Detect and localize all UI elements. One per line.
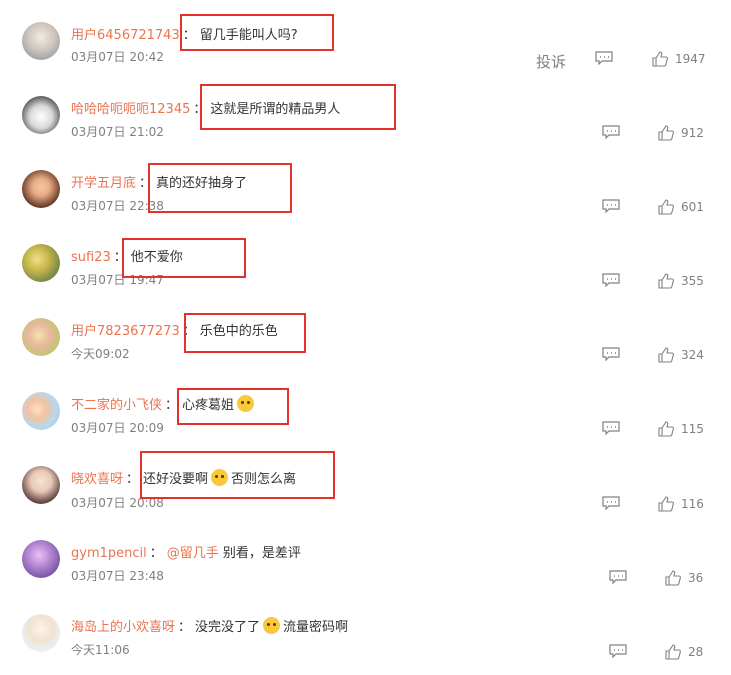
- avatar[interactable]: [22, 466, 60, 504]
- like-count: 324: [681, 348, 704, 362]
- reply-icon[interactable]: [602, 421, 620, 435]
- thumbs-up-icon: [658, 125, 674, 141]
- avatar[interactable]: [22, 244, 60, 282]
- comment-time: 03月07日 23:48: [71, 569, 164, 583]
- comment-time: 03月07日 20:42: [71, 50, 164, 64]
- mention-link[interactable]: @留几手: [167, 546, 219, 561]
- like-count: 355: [681, 274, 704, 288]
- like-count: 116: [681, 497, 704, 511]
- highlight-box: [180, 14, 334, 51]
- shrug-emoji-icon: [263, 617, 281, 634]
- highlight-box: [122, 238, 246, 278]
- comment-item: 用户6456721743：留几手能叫人吗? 03月07日 20:42 投诉 19…: [0, 0, 731, 74]
- avatar[interactable]: [22, 170, 60, 208]
- avatar[interactable]: [22, 392, 60, 430]
- highlight-box: [177, 388, 289, 425]
- thumbs-up-icon: [658, 199, 674, 215]
- reply-icon[interactable]: [609, 570, 627, 584]
- comment-time: 03月07日 21:02: [71, 125, 164, 139]
- thumbs-up-icon: [658, 273, 674, 289]
- comment-text: 没完没了了: [195, 620, 261, 635]
- reply-icon[interactable]: [602, 347, 620, 361]
- highlight-box: [148, 163, 292, 213]
- highlight-box: [140, 451, 335, 499]
- comment-text-continued: 流量密码啊: [283, 620, 349, 635]
- comment-time: 今天09:02: [71, 347, 130, 361]
- like-count: 36: [688, 571, 704, 585]
- colon: ：: [178, 620, 192, 635]
- reply-icon[interactable]: [602, 496, 620, 510]
- comment-time: 03月07日 20:09: [71, 421, 164, 435]
- comment-item: 用户7823677273：乐色中的乐色 今天09:02 324: [0, 296, 731, 370]
- username-link[interactable]: 海岛上的小欢喜呀: [71, 620, 175, 635]
- username-link[interactable]: 哈哈哈呃呃呃12345: [71, 102, 190, 117]
- username-link[interactable]: 用户6456721743: [71, 28, 180, 43]
- highlight-box: [200, 84, 396, 130]
- colon: ：: [126, 472, 140, 487]
- username-link[interactable]: 用户7823677273: [71, 324, 180, 339]
- avatar[interactable]: [22, 96, 60, 134]
- thumbs-up-icon: [658, 347, 674, 363]
- like-count: 912: [681, 126, 704, 140]
- username-link[interactable]: 不二家的小飞侠: [71, 398, 162, 413]
- thumbs-up-icon: [665, 644, 681, 660]
- reply-icon[interactable]: [602, 273, 620, 287]
- like-count: 1947: [675, 52, 706, 66]
- comment-item: 开学五月底：真的还好抽身了 03月07日 22:38 601: [0, 148, 731, 222]
- comment-item: sufi23：他不爱你 03月07日 19:47 355: [0, 222, 731, 296]
- report-button[interactable]: 投诉: [536, 51, 566, 72]
- thumbs-up-icon: [665, 570, 681, 586]
- avatar[interactable]: [22, 318, 60, 356]
- like-count: 28: [688, 645, 704, 659]
- username-link[interactable]: sufi23: [71, 250, 111, 265]
- like-count: 601: [681, 200, 704, 214]
- highlight-box: [184, 313, 306, 353]
- avatar[interactable]: [22, 22, 60, 60]
- username-link[interactable]: 开学五月底: [71, 176, 136, 191]
- colon: ：: [149, 546, 163, 561]
- username-link[interactable]: gym1pencil: [71, 546, 147, 561]
- thumbs-up-icon: [652, 51, 668, 67]
- reply-icon[interactable]: [595, 51, 613, 65]
- reply-icon[interactable]: [602, 125, 620, 139]
- comment-item: 海岛上的小欢喜呀：没完没了了 流量密码啊 今天11:06 28: [0, 592, 731, 666]
- reply-icon[interactable]: [609, 644, 627, 658]
- reply-icon[interactable]: [602, 199, 620, 213]
- avatar[interactable]: [22, 540, 60, 578]
- thumbs-up-icon: [658, 421, 674, 437]
- comment-text: 别看，是差评: [222, 546, 301, 561]
- comment-item: 不二家的小飞侠：心疼葛姐 03月07日 20:09 115: [0, 370, 731, 444]
- comment-time: 今天11:06: [71, 643, 130, 657]
- thumbs-up-icon: [658, 496, 674, 512]
- like-count: 115: [681, 422, 704, 436]
- comment-item: 晓欢喜呀：还好没要啊 否则怎么离 03月07日 20:08 116: [0, 444, 731, 518]
- comment-item: gym1pencil： @留几手 别看，是差评 03月07日 23:48 36: [0, 518, 731, 592]
- avatar[interactable]: [22, 614, 60, 652]
- comment-item: 哈哈哈呃呃呃12345：这就是所谓的精品男人 03月07日 21:02 912: [0, 74, 731, 148]
- username-link[interactable]: 晓欢喜呀: [71, 472, 123, 487]
